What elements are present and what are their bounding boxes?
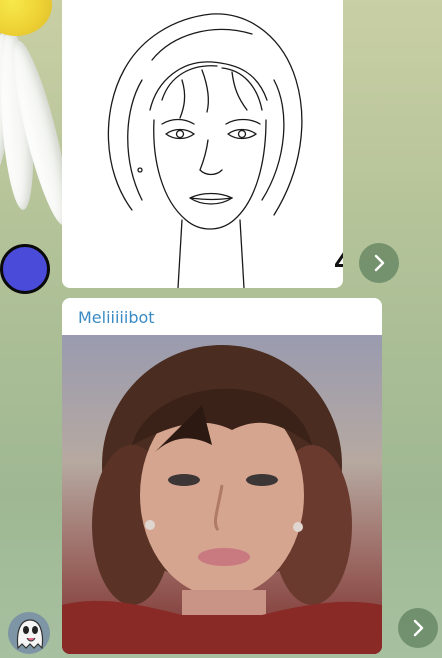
generated-portrait-photo[interactable]: [62, 335, 382, 654]
forward-button[interactable]: [398, 608, 438, 648]
face-line-drawing: [107, 13, 303, 288]
wallpaper-daisy: [0, 0, 62, 250]
avatar-user[interactable]: [0, 244, 50, 294]
chevron-right-icon: [374, 254, 385, 272]
chevron-right-icon: [413, 619, 424, 637]
photo-message-bot[interactable]: Meliiiiibot: [62, 298, 382, 654]
photo-message-drawing[interactable]: 4: [62, 0, 343, 288]
forward-button[interactable]: [359, 243, 399, 283]
avatar-bot[interactable]: [8, 612, 50, 654]
drawing-number-label: 4: [334, 238, 343, 282]
sender-name[interactable]: Meliiiiibot: [78, 308, 155, 328]
ghost-emoji-icon: [16, 619, 44, 650]
portrait-image: [62, 345, 382, 654]
